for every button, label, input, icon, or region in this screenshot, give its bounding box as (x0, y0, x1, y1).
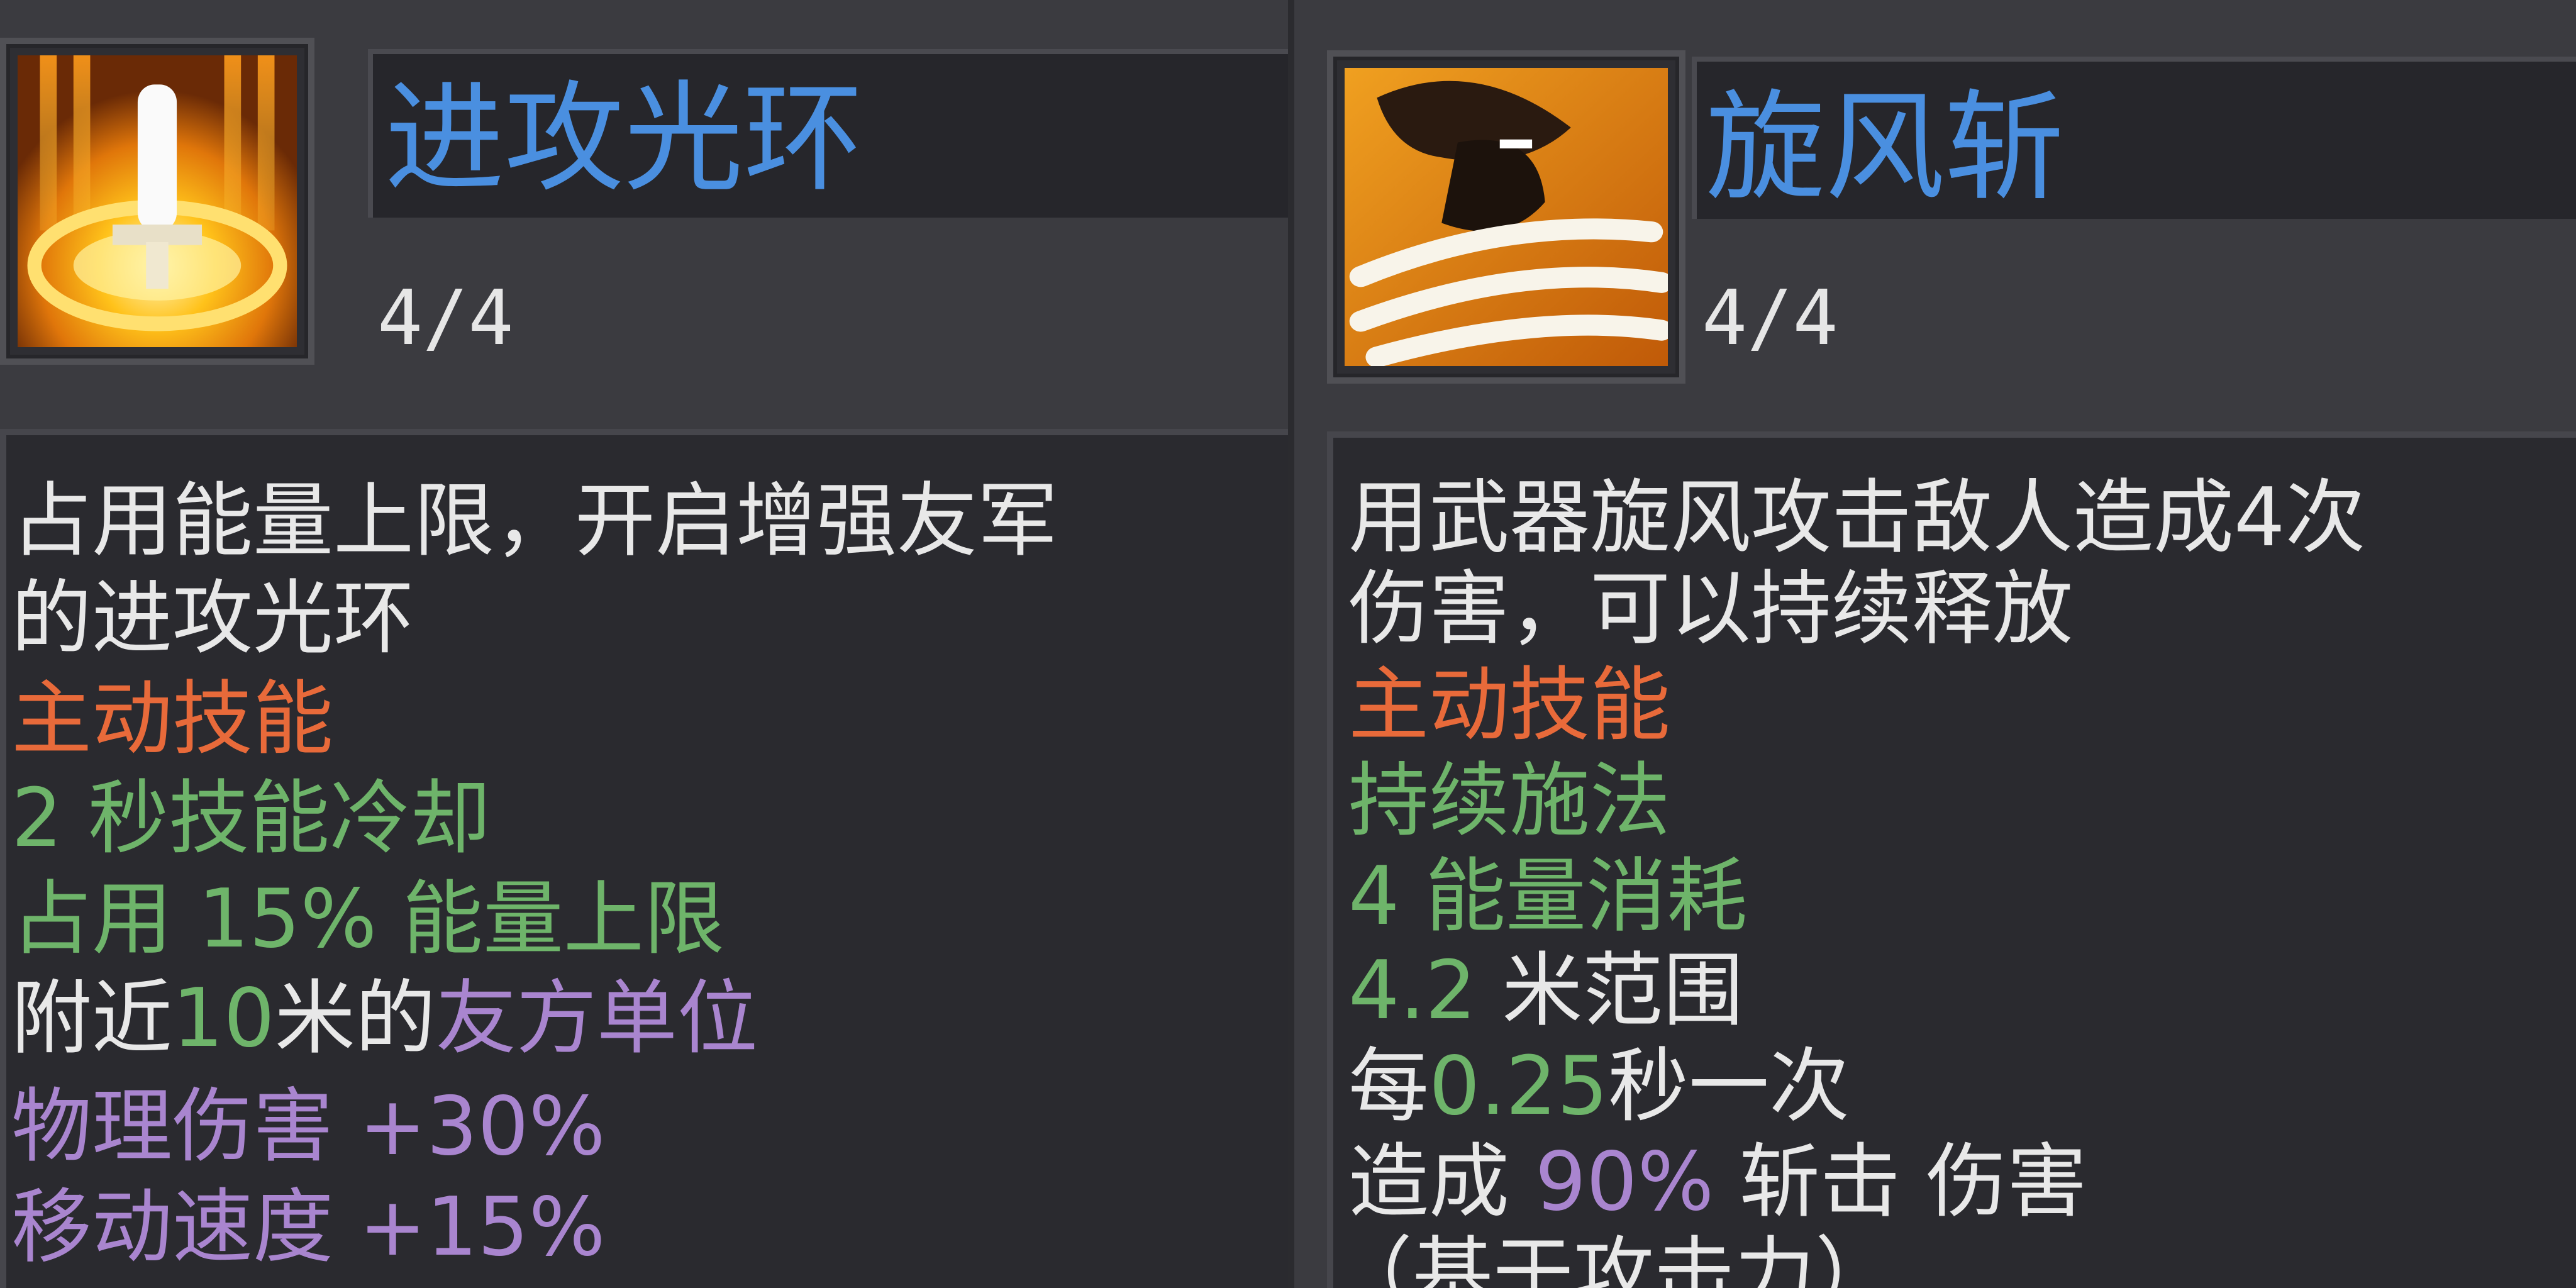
skill-level: 4/4 (377, 275, 514, 362)
description-line-2: 的进攻光环 (11, 572, 414, 665)
skill-icon-frame[interactable] (1327, 50, 1685, 384)
range-stat: 4.2 米范围 (1348, 951, 1743, 1031)
panel-divider (1288, 0, 1294, 1288)
aura-range-prefix: 附近 (11, 972, 173, 1065)
sword-aura-icon (18, 55, 297, 347)
aura-range-unit: 米的 (274, 972, 436, 1065)
tick-rate-stat: 每0.25秒一次 (1348, 1046, 1850, 1127)
damage-value: 90% (1535, 1135, 1714, 1229)
range-unit: 米范围 (1476, 944, 1744, 1038)
damage-type: 斩击 伤害 (1714, 1135, 2087, 1229)
aura-target: 友方单位 (435, 972, 758, 1065)
whirlwind-slash-icon (1345, 68, 1668, 366)
damage-prefix: 造成 (1348, 1135, 1535, 1229)
skill-level: 4/4 (1702, 275, 1838, 362)
skill-card-aura: 进攻光环 4/4 占用能量上限，开启增强友军 的进攻光环 主动技能 2 秒技能冷… (0, 0, 1288, 1288)
energy-occupy-prefix: 占用 (11, 872, 198, 966)
energy-occupy-stat: 占用 15% 能量上限 (11, 879, 724, 960)
damage-note: （基于攻击力） (1332, 1228, 1896, 1288)
damage-stat: 造成 90% 斩击 伤害 (1348, 1142, 2087, 1223)
aura-range-stat: 附近10米的友方单位 (11, 979, 758, 1059)
skill-title: 旋风斩 (1706, 78, 2065, 217)
description-line-1: 占用能量上限，开启增强友军 (11, 474, 1058, 568)
channel-label: 持续施法 (1348, 754, 1671, 848)
aura-range-value: 10 (172, 972, 275, 1065)
description-line-1: 用武器旋风攻击敌人造成4次 (1348, 471, 2366, 565)
energy-occupy-value: 15% 能量上限 (197, 872, 724, 966)
cooldown-stat: 2 秒技能冷却 (11, 772, 491, 865)
description-line-2: 伤害，可以持续释放 (1348, 562, 2074, 656)
tick-rate-prefix: 每 (1348, 1040, 1430, 1133)
skill-title: 进攻光环 (385, 69, 863, 208)
skill-card-whirlwind: 旋风斩 4/4 用武器旋风攻击敌人造成4次 伤害，可以持续释放 主动技能 持续施… (1294, 0, 2576, 1288)
tick-rate-value: 0.25 (1429, 1040, 1609, 1133)
skill-type-label: 主动技能 (11, 672, 334, 766)
tick-rate-unit: 秒一次 (1608, 1040, 1850, 1133)
move-speed-bonus: 移动速度 +15% (11, 1180, 606, 1274)
physical-damage-bonus: 物理伤害 +30% (11, 1080, 606, 1174)
energy-cost-stat: 4 能量消耗 (1348, 850, 1748, 943)
range-value: 4.2 (1348, 944, 1477, 1038)
skill-icon-frame[interactable] (0, 38, 314, 365)
skill-type-label: 主动技能 (1348, 658, 1671, 752)
